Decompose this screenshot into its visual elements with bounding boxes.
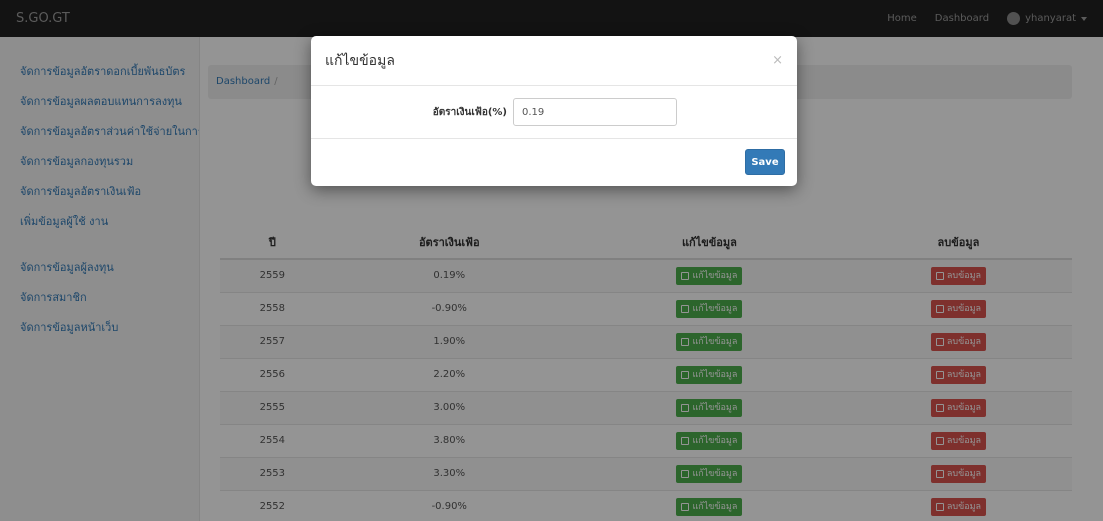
inflation-field-label: อัตราเงินเฟ้อ(%) <box>432 106 507 118</box>
modal-footer: Save <box>311 138 797 185</box>
modal-title: แก้ไขข้อมูล <box>325 52 395 69</box>
edit-modal: แก้ไขข้อมูล × อัตราเงินเฟ้อ(%) Save <box>311 36 797 186</box>
modal-header: แก้ไขข้อมูล × <box>311 36 797 86</box>
save-button[interactable]: Save <box>745 149 785 175</box>
inflation-input[interactable] <box>513 98 677 126</box>
modal-body: อัตราเงินเฟ้อ(%) <box>311 86 797 138</box>
close-icon[interactable]: × <box>772 53 783 68</box>
